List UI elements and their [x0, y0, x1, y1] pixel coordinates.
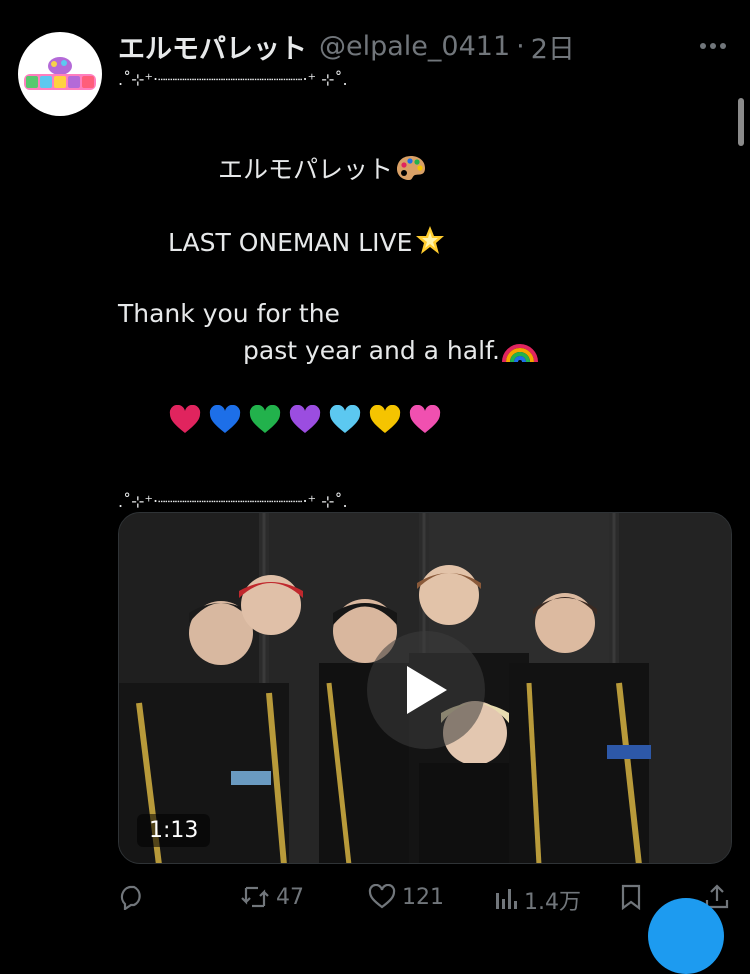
compose-fab[interactable]	[648, 898, 724, 974]
avatar[interactable]	[18, 32, 102, 116]
bookmark-button[interactable]	[620, 884, 642, 910]
retweet-icon	[241, 886, 269, 908]
reply-button[interactable]	[118, 884, 146, 910]
display-name[interactable]: エルモパレット	[118, 27, 307, 66]
action-bar: 47 121 1.4万	[0, 880, 750, 918]
timestamp[interactable]: 2日	[531, 27, 575, 66]
hearts-line	[118, 404, 718, 440]
decorative-divider-top: .˚⊹⁺‧┈┈┈┈┈┈┈┈┈┈┈┈┈┈┈‧⁺ ⊹˚.	[118, 70, 348, 89]
more-options-icon[interactable]	[698, 36, 728, 56]
text-live: LAST ONEMAN LIVE	[118, 228, 413, 257]
text-line-live: LAST ONEMAN LIVE	[118, 224, 718, 260]
heart-emoji-icon	[168, 404, 202, 445]
bookmark-icon	[621, 884, 641, 910]
scrollbar[interactable]	[738, 98, 744, 146]
text-line-thanks: Thank you for the	[118, 299, 340, 328]
heart-emoji-icon	[288, 404, 322, 445]
video-duration: 1:13	[137, 814, 211, 847]
rainbow-emoji-icon	[501, 332, 538, 374]
tweet-text: .˚⊹⁺‧┈┈┈┈┈┈┈┈┈┈┈┈┈┈┈‧⁺ ⊹˚. エルモパレット LAST …	[118, 62, 718, 520]
user-handle[interactable]: @elpale_0411	[319, 31, 510, 62]
hearts-row	[168, 404, 442, 436]
hearts-indent	[118, 407, 168, 436]
text-line-year: past year and a half.	[118, 332, 718, 368]
views-count: 1.4万	[524, 890, 581, 915]
text-title: エルモパレット	[118, 155, 394, 184]
retweet-button[interactable]: 47	[240, 884, 304, 910]
retweet-count: 47	[276, 884, 304, 910]
play-button[interactable]	[367, 631, 485, 749]
elmo-palette-logo-icon	[24, 57, 96, 90]
video-media[interactable]: 1:13	[118, 512, 732, 864]
separator: ·	[516, 30, 525, 62]
heart-emoji-icon	[248, 404, 282, 445]
heart-emoji-icon	[328, 404, 362, 445]
heart-emoji-icon	[208, 404, 242, 445]
glowing-star-emoji-icon	[414, 224, 446, 266]
heart-emoji-icon	[368, 404, 402, 445]
text-year: past year and a half.	[118, 336, 500, 365]
text-line-title: エルモパレット	[118, 152, 718, 188]
views-icon	[496, 889, 517, 909]
like-count: 121	[402, 884, 444, 910]
heart-emoji-icon	[408, 404, 442, 445]
heart-icon	[368, 884, 396, 909]
play-icon	[407, 666, 447, 714]
tweet-header: エルモパレット @elpale_0411 · 2日	[118, 26, 575, 66]
reply-icon	[120, 885, 141, 910]
like-button[interactable]: 121	[368, 884, 444, 910]
views-button[interactable]: 1.4万	[494, 884, 581, 916]
artist-palette-emoji-icon	[395, 153, 427, 193]
